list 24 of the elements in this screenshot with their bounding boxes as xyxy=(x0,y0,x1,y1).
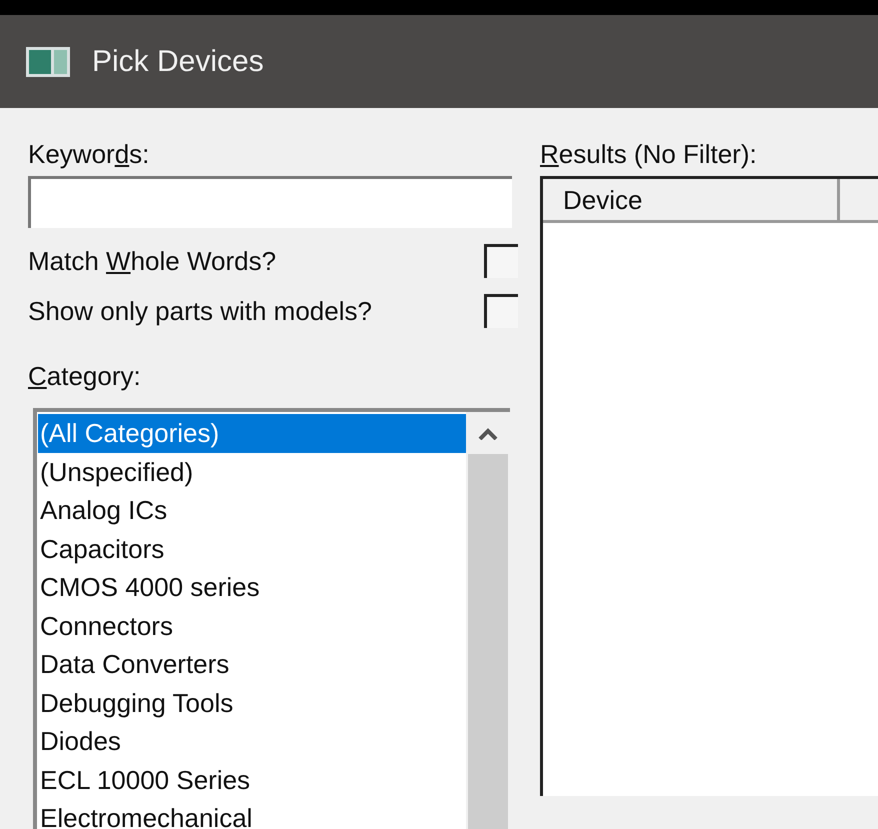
category-item[interactable]: (Unspecified) xyxy=(38,452,466,491)
scrollbar[interactable] xyxy=(466,412,510,829)
category-item[interactable]: (All Categories) xyxy=(38,414,466,452)
results-label: Results (No Filter): xyxy=(540,138,758,170)
checkbox[interactable] xyxy=(484,244,518,278)
scroll-up-icon[interactable] xyxy=(478,428,498,440)
category-item[interactable]: Data Converters xyxy=(38,645,466,684)
category-item[interactable]: Diodes xyxy=(38,722,466,760)
scroll-thumb[interactable] xyxy=(468,454,508,829)
category-item[interactable]: CMOS 4000 series xyxy=(38,568,466,606)
category-item[interactable]: Connectors xyxy=(38,606,466,645)
checkbox[interactable] xyxy=(484,294,518,328)
category-item[interactable]: Capacitors xyxy=(38,530,466,568)
option-label: Show only parts with models? xyxy=(28,294,372,328)
option-label: Match Whole Words? xyxy=(28,244,276,278)
category-label: Category: xyxy=(28,360,142,392)
app-icon xyxy=(26,46,70,76)
category-item[interactable]: ECL 10000 Series xyxy=(38,760,466,799)
category-item[interactable]: Analog ICs xyxy=(38,491,466,530)
keywords-field[interactable] xyxy=(28,176,512,228)
window-title: Pick Devices xyxy=(92,44,264,80)
category-item[interactable]: Electromechanical xyxy=(38,799,466,829)
keywords-label: Keywords: xyxy=(28,138,150,170)
category-item[interactable]: Debugging Tools xyxy=(38,684,466,722)
